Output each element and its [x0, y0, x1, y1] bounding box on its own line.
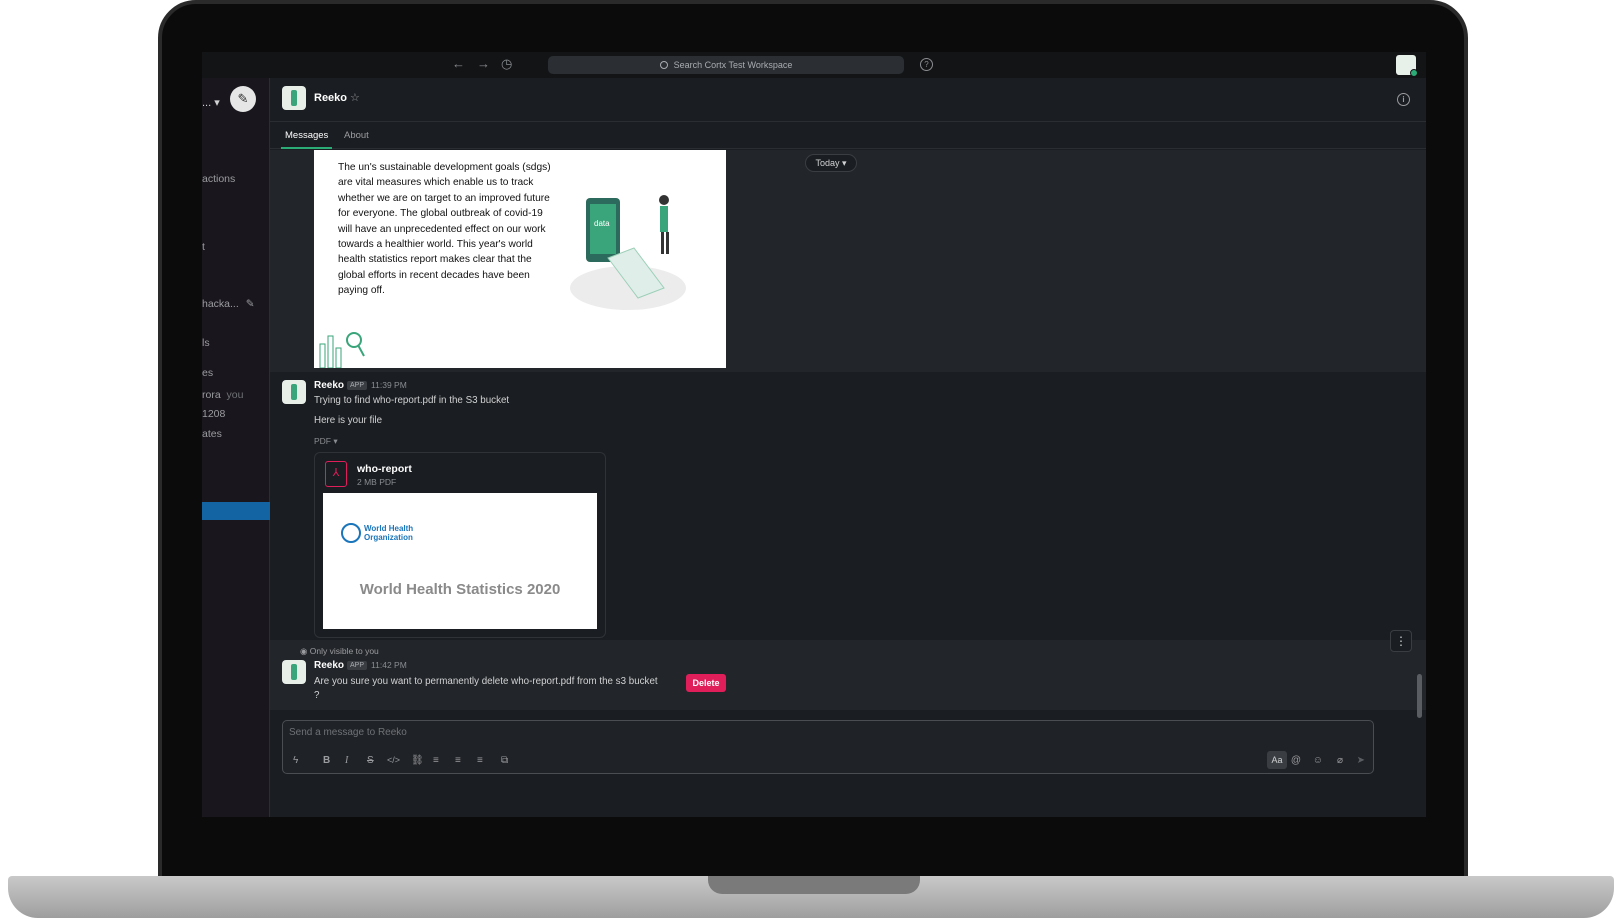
sidebar-item-hacka[interactable]: hacka... ✎ — [202, 298, 255, 310]
data-illustration: data — [570, 195, 686, 310]
delete-button[interactable]: Delete — [686, 674, 726, 692]
history-icon[interactable]: ◷ — [501, 56, 512, 72]
eye-icon: ◉ — [300, 646, 308, 656]
channel-tabs: Messages About — [270, 122, 1426, 149]
star-icon[interactable]: ☆ — [350, 91, 360, 104]
channel-title[interactable]: Reeko — [314, 92, 347, 104]
message-text: Here is your file — [314, 415, 383, 426]
more-actions-icon[interactable]: ⋮ — [1390, 630, 1412, 652]
help-icon[interactable]: ? — [920, 58, 933, 71]
message-time[interactable]: 11:42 PM — [371, 660, 407, 670]
blockquote-icon[interactable]: ≡ — [477, 755, 483, 766]
file-name[interactable]: who-report — [357, 463, 412, 475]
user-avatar[interactable] — [1396, 55, 1418, 77]
search-input[interactable]: Search Cortx Test Workspace — [548, 56, 904, 74]
sidebar-item-rora[interactable]: rora you — [202, 389, 243, 401]
search-icon — [659, 61, 668, 69]
sidebar-item-t[interactable]: t — [202, 241, 205, 253]
file-preview[interactable]: World Health Organization World Health St… — [323, 493, 597, 629]
lightning-icon[interactable]: ϟ — [293, 755, 298, 766]
search-placeholder: Search Cortx Test Workspace — [673, 60, 793, 70]
compose-icon[interactable]: ✎ — [230, 86, 256, 112]
bold-icon[interactable]: B — [323, 755, 330, 766]
sidebar-item-actions[interactable]: actions — [202, 173, 235, 185]
send-icon[interactable]: ➤ — [1357, 755, 1365, 766]
ephemeral-message: ◉ Only visible to you Reeko APP 11:42 PM A… — [270, 630, 1426, 710]
edit-icon: ✎ — [245, 298, 255, 310]
sender-name[interactable]: Reeko — [314, 380, 344, 391]
info-icon[interactable]: i — [1397, 93, 1410, 106]
sidebar: ... ▾ ✎ actions t hacka... ✎ ls es rora … — [202, 78, 270, 817]
message-input[interactable]: Send a message to Reeko — [289, 727, 407, 738]
workspace-menu[interactable]: ... ▾ — [202, 96, 220, 109]
message-list: The un's sustainable development goals (… — [270, 150, 1426, 710]
message-composer: Send a message to Reeko ϟ B I S </> ⛓ ≡ … — [282, 720, 1374, 774]
laptop-notch — [708, 876, 920, 894]
message-text: Are you sure you want to permanently del… — [314, 676, 658, 687]
message-text-tail: ? — [314, 690, 320, 701]
attach-icon[interactable]: ⌀ — [1337, 755, 1343, 766]
data-label: data — [594, 219, 610, 228]
link-icon[interactable]: ⛓ — [411, 755, 424, 766]
file-attachment[interactable]: ⅄ who-report 2 MB PDF World Health Organi… — [314, 452, 606, 638]
forward-arrow-icon[interactable]: → — [477, 56, 490, 71]
italic-icon[interactable]: I — [345, 755, 348, 766]
code-block-icon[interactable]: ⧉ — [501, 755, 508, 766]
code-icon[interactable]: </> — [387, 755, 400, 765]
image-message: The un's sustainable development goals (… — [270, 150, 1426, 372]
message-text: Trying to find who-report.pdf in the S3 … — [314, 395, 510, 406]
sender-name[interactable]: Reeko — [314, 660, 344, 671]
mention-icon[interactable]: @ — [1291, 755, 1301, 766]
sidebar-item-active[interactable] — [202, 502, 270, 520]
message-sender: Reeko APP 11:39 PM — [314, 380, 407, 391]
app-badge: APP — [347, 661, 368, 670]
visibility-note: ◉ Only visible to you — [300, 646, 379, 656]
file-type-toggle[interactable]: PDF ▾ — [314, 436, 338, 447]
ordered-list-icon[interactable]: ≡ — [433, 755, 439, 766]
top-bar: ← → ◷ Search Cortx Test Workspace ? — [202, 52, 1426, 78]
bulleted-list-icon[interactable]: ≡ — [455, 755, 461, 766]
tab-about[interactable]: About — [344, 130, 369, 141]
tab-messages[interactable]: Messages — [280, 130, 333, 149]
app-window: ← → ◷ Search Cortx Test Workspace ? ... … — [202, 52, 1426, 817]
message-sender: Reeko APP 11:42 PM — [314, 660, 407, 671]
message-time[interactable]: 11:39 PM — [371, 380, 407, 390]
back-arrow-icon[interactable]: ← — [452, 56, 465, 71]
scrollbar[interactable] — [1417, 674, 1422, 718]
who-logo: World Health Organization — [341, 523, 413, 543]
date-divider[interactable]: Today ▾ — [805, 154, 857, 172]
pdf-icon: ⅄ — [325, 461, 347, 487]
channel-avatar — [282, 86, 306, 110]
channel-header: Reeko ☆ i — [270, 78, 1426, 122]
bot-avatar[interactable] — [282, 380, 306, 404]
file-meta: 2 MB PDF — [357, 477, 397, 487]
app-badge: APP — [347, 381, 368, 390]
chart-doodle-icon — [319, 332, 365, 368]
image-attachment[interactable]: The un's sustainable development goals (… — [314, 150, 726, 368]
formatting-toggle[interactable]: Aa — [1267, 751, 1287, 769]
emoji-icon[interactable]: ☺ — [1313, 755, 1323, 766]
sidebar-item-ls[interactable]: ls — [202, 337, 210, 349]
bot-avatar[interactable] — [282, 660, 306, 684]
sidebar-item-ates[interactable]: ates — [202, 428, 222, 440]
sidebar-item-es[interactable]: es — [202, 367, 213, 379]
strikethrough-icon[interactable]: S — [367, 755, 374, 766]
sidebar-item-1208[interactable]: 1208 — [202, 408, 225, 420]
who-globe-icon — [341, 523, 361, 543]
preview-title: World Health Statistics 2020 — [359, 581, 561, 598]
image-text: The un's sustainable development goals (… — [338, 162, 551, 297]
